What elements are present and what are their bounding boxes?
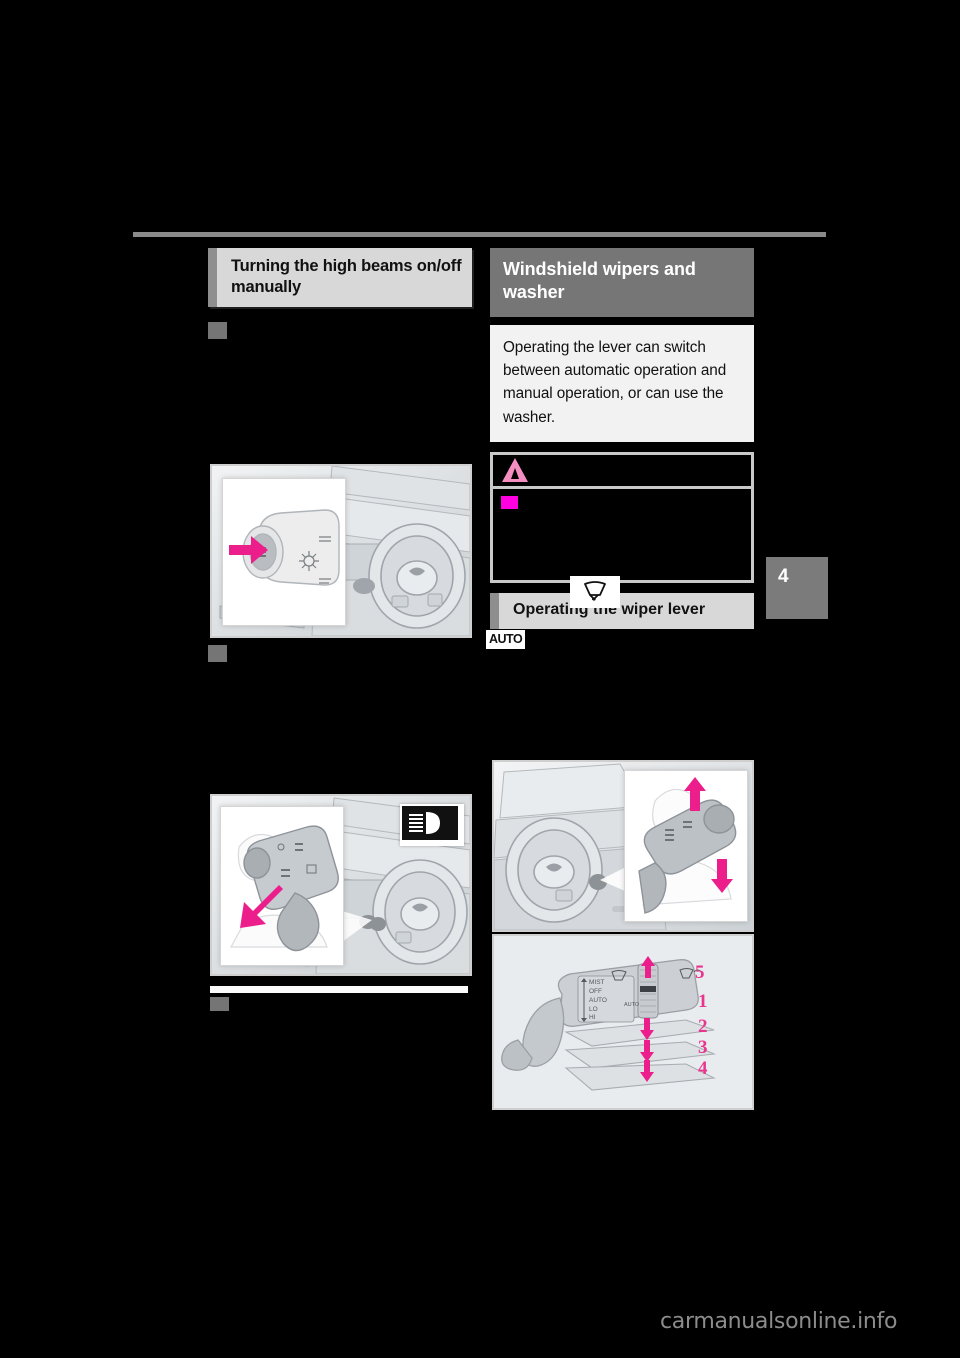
high-beam-glyph (402, 806, 458, 840)
callout-1: 1 (698, 991, 708, 1012)
high-beam-lever-illustration (210, 794, 472, 976)
svg-text:HI: HI (589, 1014, 596, 1021)
svg-text:LO: LO (589, 1006, 598, 1013)
rotary-switch-drawing (229, 509, 340, 586)
watermark: carmanualsonline.info (660, 1309, 898, 1334)
section-marker-1 (208, 322, 472, 340)
callout-4: 4 (698, 1058, 708, 1079)
wiper-glyph (584, 581, 606, 601)
right-column: Windshield wipers and washer Operating t… (490, 248, 754, 629)
wiper-lever-positions-diagram: MIST OFF AUTO LO HI AUTO 5 1 2 3 4 (492, 934, 754, 1110)
wiper-lever-drawing (638, 777, 737, 914)
windshield-wiper-icon (570, 576, 620, 608)
page-top-rule (133, 232, 826, 237)
square-bullet-icon (210, 997, 229, 1011)
magenta-bullet-icon (501, 495, 518, 509)
callout-5: 5 (695, 962, 705, 983)
square-bullet-icon (208, 645, 227, 662)
svg-text:AUTO: AUTO (589, 997, 607, 1004)
caution-body (493, 489, 751, 580)
caution-header: CAUTION (493, 455, 751, 489)
chapter-tab: 4 (766, 557, 828, 619)
left-column-bottom-heading (210, 986, 468, 1013)
heading-turning-high-beams: Turning the high beams on/off manually (208, 248, 472, 308)
svg-text:OFF: OFF (589, 988, 602, 995)
square-bullet-icon (208, 322, 227, 340)
headlight-switch-closeup-inset (222, 478, 346, 626)
lever-pull-drawing (229, 825, 339, 952)
callout-2: 2 (698, 1016, 708, 1037)
heading-windshield-wipers-washer: Windshield wipers and washer (490, 248, 754, 317)
left-column: Turning the high beams on/off manually (208, 248, 472, 340)
warning-triangle-icon (502, 457, 528, 482)
heading-operating-wiper-lever: Operating the wiper lever (490, 592, 754, 629)
lever-pull-closeup-inset (220, 806, 344, 966)
wiper-lever-closeup-inset (624, 770, 748, 922)
svg-text:MIST: MIST (589, 979, 605, 986)
caution-box: CAUTION (490, 451, 754, 583)
section-marker-2 (208, 645, 227, 662)
lever-positions-drawing: MIST OFF AUTO LO HI AUTO (494, 936, 748, 1104)
wiper-lever-operation-illustration (492, 760, 754, 932)
svg-text:AUTO: AUTO (624, 1002, 640, 1008)
manual-page: Turning the high beams on/off manually W… (0, 0, 960, 1358)
wiper-intro-text: Operating the lever can switch between a… (490, 324, 754, 442)
auto-badge: AUTO (486, 630, 526, 649)
callout-3: 3 (698, 1037, 708, 1058)
headlight-switch-illustration (210, 464, 472, 638)
high-beam-indicator-icon (400, 804, 464, 846)
